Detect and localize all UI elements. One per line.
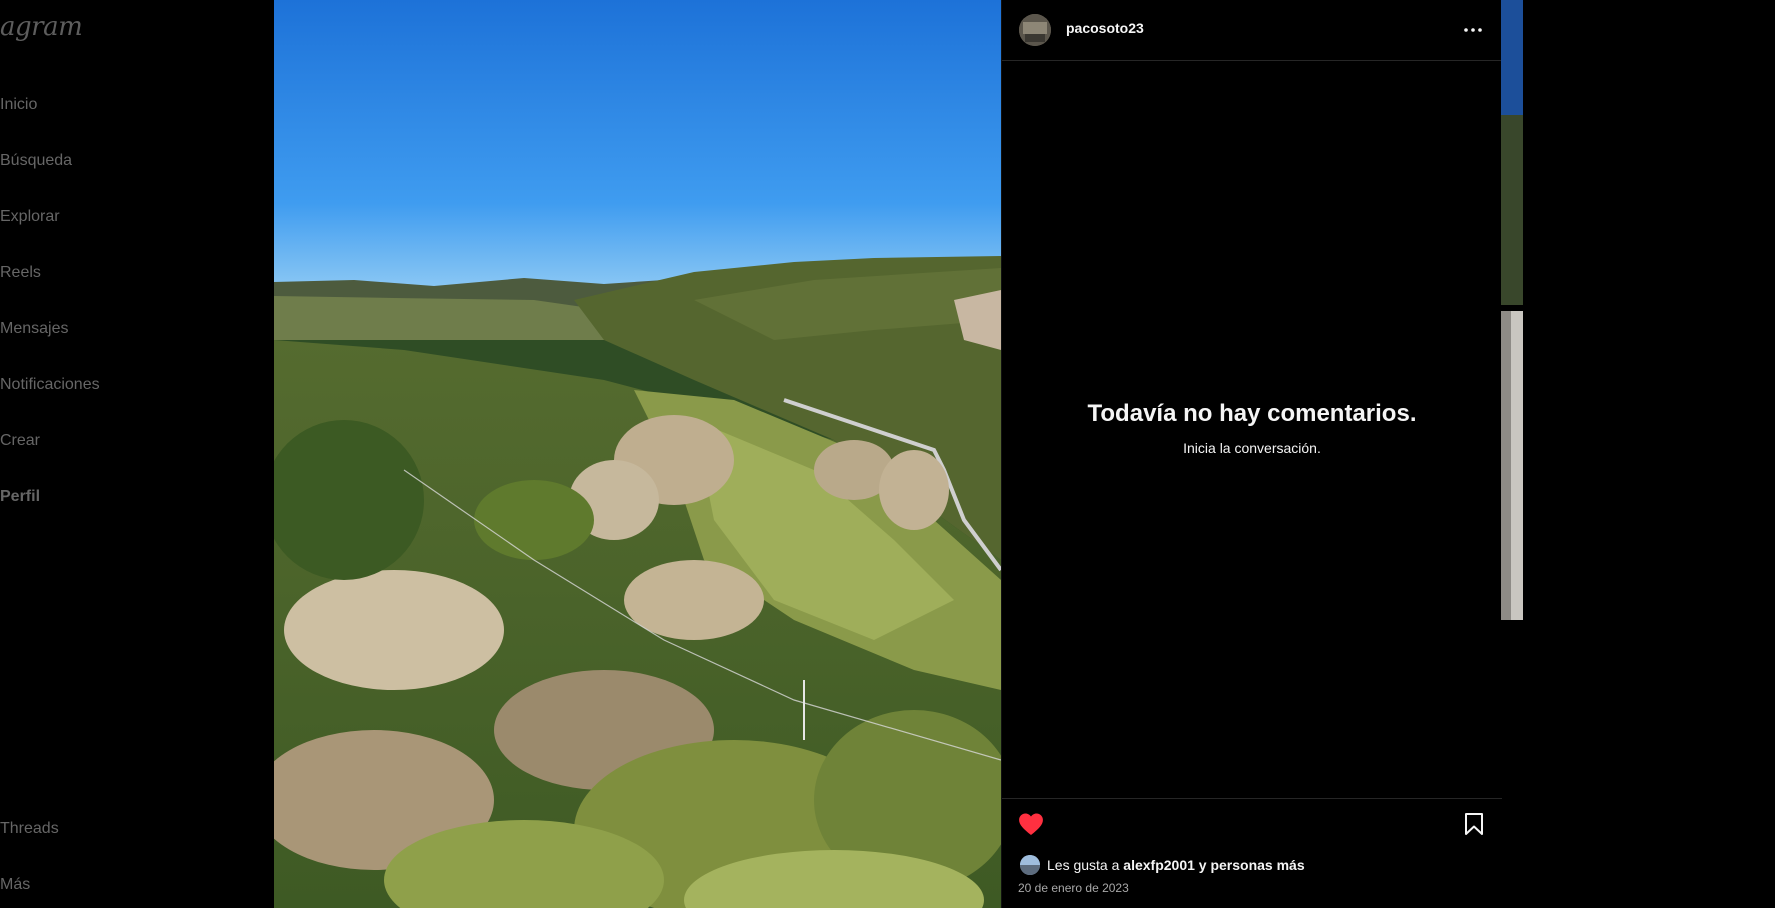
post-modal-page: agram Inicio Búsqueda Explorar Reels Men…	[0, 0, 1775, 908]
comments-empty-title: Todavía no hay comentarios.	[1087, 400, 1417, 427]
sidebar-item-mas[interactable]: Más	[0, 876, 30, 894]
heart-filled-icon	[1019, 813, 1043, 836]
next-post-thumbnail	[1501, 0, 1523, 620]
sidebar: agram Inicio Búsqueda Explorar Reels Men…	[0, 0, 274, 908]
comments-empty-state: Todavía no hay comentarios. Inicia la co…	[1002, 400, 1502, 456]
avatar-image	[1019, 14, 1051, 46]
sidebar-item-reels[interactable]: Reels	[0, 264, 41, 282]
instagram-logo[interactable]: agram	[0, 12, 83, 42]
more-horizontal-icon	[1464, 28, 1482, 32]
user-avatar[interactable]	[1019, 14, 1051, 46]
next-post-preview[interactable]	[1501, 0, 1523, 620]
sidebar-item-notificaciones[interactable]: Notificaciones	[0, 376, 100, 394]
more-options-button[interactable]	[1458, 16, 1488, 44]
post-date[interactable]: 20 de enero de 2023	[1018, 881, 1129, 895]
liker-avatar-image	[1020, 855, 1040, 875]
post-details-panel: pacosoto23 Todavía no hay comentarios. I…	[1001, 0, 1502, 908]
post-actions: Les gusta a alexfp2001 y personas más 20…	[1002, 798, 1502, 908]
save-button[interactable]	[1463, 812, 1487, 838]
sidebar-item-mensajes[interactable]: Mensajes	[0, 320, 68, 338]
likes-summary[interactable]: Les gusta a alexfp2001 y personas más	[1020, 855, 1305, 875]
post-photo[interactable]	[274, 0, 1001, 908]
sidebar-item-inicio[interactable]: Inicio	[0, 96, 37, 114]
comments-empty-subtitle: Inicia la conversación.	[1183, 440, 1321, 456]
post-header: pacosoto23	[1002, 0, 1502, 61]
sidebar-item-threads[interactable]: Threads	[0, 820, 59, 838]
likes-others-link[interactable]: y personas más	[1195, 857, 1305, 873]
sidebar-item-explorar[interactable]: Explorar	[0, 208, 60, 226]
bookmark-icon	[1465, 813, 1483, 835]
like-button[interactable]	[1018, 812, 1044, 838]
likes-user-link[interactable]: alexfp2001	[1123, 857, 1195, 873]
liker-avatar	[1020, 855, 1040, 875]
sidebar-item-crear[interactable]: Crear	[0, 432, 40, 450]
sidebar-item-perfil[interactable]: Perfil	[0, 488, 40, 506]
post-username[interactable]: pacosoto23	[1066, 20, 1144, 36]
likes-prefix: Les gusta a	[1047, 857, 1124, 873]
sidebar-item-busqueda[interactable]: Búsqueda	[0, 152, 72, 170]
likes-text: Les gusta a alexfp2001 y personas más	[1047, 857, 1305, 873]
landscape-photo	[274, 0, 1001, 908]
